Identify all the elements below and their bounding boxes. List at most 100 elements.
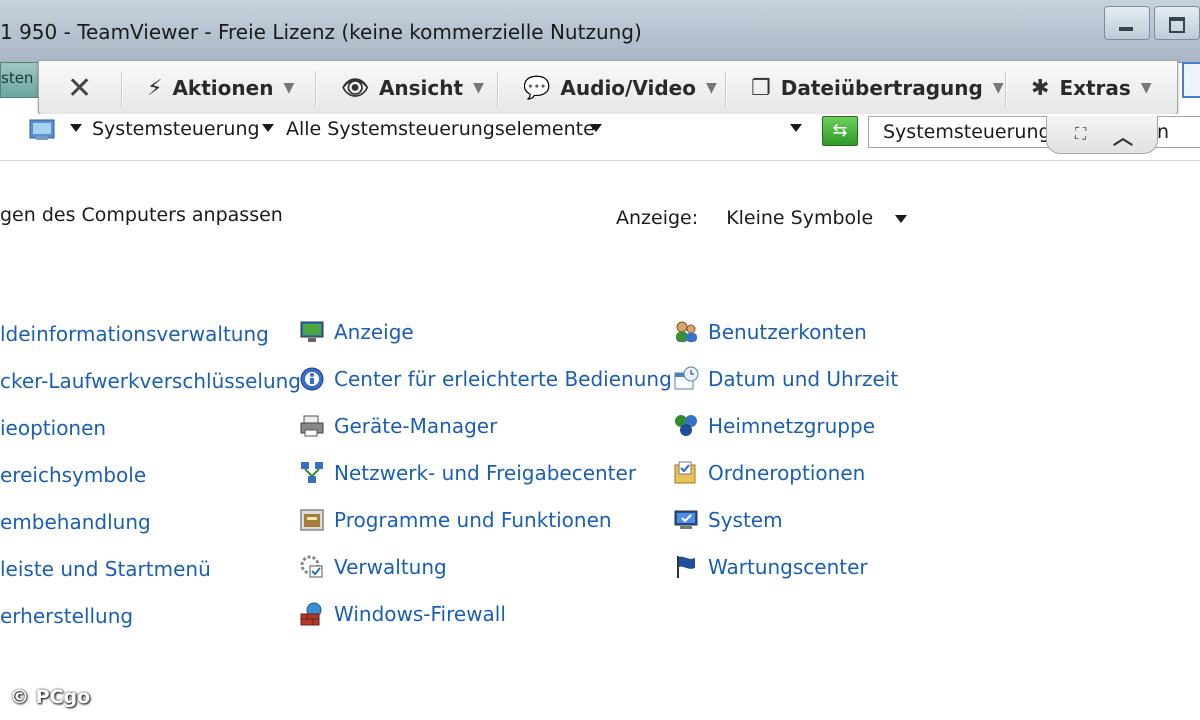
control-panel-icon — [29, 119, 55, 140]
chevron-down-icon: ▼ — [283, 80, 295, 96]
puzzle-icon: ✱ — [1031, 75, 1050, 101]
maximize-button[interactable] — [1154, 6, 1200, 40]
list-item-label: leiste und Startmenü — [0, 557, 211, 581]
list-item-label: Heimnetzgruppe — [708, 414, 875, 438]
chevron-down-icon[interactable] — [262, 124, 274, 132]
chevron-down-icon: ▼ — [1140, 80, 1152, 96]
control-item-geraete-manager[interactable]: Geräte-Manager — [298, 412, 497, 440]
search-trailing-text: n — [1157, 121, 1170, 143]
list-item-label: ereichsymbole — [0, 463, 147, 487]
chat-bubbles-icon: 💬 — [523, 75, 551, 101]
list-item-label: System — [708, 508, 783, 532]
refresh-button[interactable]: ⇆ — [822, 116, 858, 146]
chevron-down-icon[interactable] — [590, 124, 602, 132]
homegroup-icon — [672, 412, 700, 440]
users-icon — [672, 318, 700, 346]
teamviewer-toolbar: ✕ ⚡ Aktionen ▼ 👁 Ansicht ▼ 💬 Audio/Video… — [38, 60, 1178, 116]
monitor-icon — [298, 318, 326, 346]
list-item[interactable]: embehandlung — [0, 510, 151, 534]
window-titlebar: 1 950 - TeamViewer - Freie Lizenz (keine… — [0, 0, 1200, 63]
list-item-label: cker-Laufwerkverschlüsselung — [0, 369, 301, 393]
list-item-label: ldeinformationsverwaltung — [0, 322, 269, 346]
left-taskbar-tab[interactable]: sten — [0, 62, 40, 98]
control-item-system[interactable]: System — [672, 506, 783, 534]
list-item-label: Windows-Firewall — [334, 602, 506, 626]
watermark: © PCgo — [10, 686, 91, 708]
extras-menu[interactable]: ✱ Extras ▼ — [1031, 61, 1152, 115]
view-value[interactable]: Kleine Symbole — [726, 207, 873, 229]
audio-video-label: Audio/Video — [560, 76, 696, 100]
list-item-label: Wartungscenter — [708, 555, 868, 579]
control-item-erleichterte-bedienung[interactable]: Center für erleichterte Bedienung — [298, 365, 672, 393]
list-item-label: Benutzerkonten — [708, 320, 867, 344]
audio-video-menu[interactable]: 💬 Audio/Video ▼ — [523, 61, 717, 115]
eye-icon: 👁 — [341, 75, 369, 101]
search-value: Systemsteuerung — [883, 121, 1051, 143]
page-heading: gen des Computers anpassen — [0, 204, 283, 226]
admin-tools-icon — [298, 553, 326, 581]
ansicht-label: Ansicht — [378, 76, 464, 100]
list-item-label: embehandlung — [0, 510, 151, 534]
aktionen-menu[interactable]: ⚡ Aktionen ▼ — [147, 61, 294, 115]
list-item-label: Verwaltung — [334, 555, 447, 579]
lightning-icon: ⚡ — [147, 75, 163, 101]
chevron-down-icon: ▼ — [473, 80, 484, 96]
chevron-down-icon[interactable] — [895, 214, 908, 223]
list-item[interactable]: cker-Laufwerkverschlüsselung — [0, 369, 301, 393]
list-item-label: Anzeige — [334, 320, 414, 344]
list-item[interactable]: ldeinformationsverwaltung — [0, 322, 269, 346]
accessibility-icon — [298, 365, 326, 393]
collapse-up-icon[interactable]: ︿ — [1113, 121, 1133, 150]
list-item[interactable]: ereichsymbole — [0, 463, 146, 487]
close-session-icon[interactable]: ✕ — [67, 71, 92, 106]
list-item-label: Ordneroptionen — [708, 461, 866, 485]
control-item-anzeige[interactable]: Anzeige — [298, 318, 414, 346]
window-controls — [1100, 6, 1200, 46]
right-edge-button[interactable] — [1182, 62, 1200, 98]
breadcrumb-systemsteuerung[interactable]: Systemsteuerung — [92, 118, 260, 140]
window-title: 1 950 - TeamViewer - Freie Lizenz (keine… — [0, 20, 642, 44]
list-item-label: Center für erleichterte Bedienung — [334, 367, 672, 391]
refresh-icon: ⇆ — [832, 120, 848, 141]
control-item-ordneroptionen[interactable]: Ordneroptionen — [672, 459, 865, 487]
list-item-label: Datum und Uhrzeit — [708, 367, 899, 391]
control-item-heimnetzgruppe[interactable]: Heimnetzgruppe — [672, 412, 875, 440]
view-selector[interactable]: Anzeige: Kleine Symbole — [616, 207, 908, 229]
ansicht-menu[interactable]: 👁 Ansicht ▼ — [341, 61, 484, 115]
printer-icon — [298, 412, 326, 440]
control-item-wartungscenter[interactable]: Wartungscenter — [672, 553, 868, 581]
address-history-dropdown[interactable] — [790, 124, 802, 132]
toolbar-divider — [315, 71, 317, 107]
control-item-benutzerkonten[interactable]: Benutzerkonten — [672, 318, 867, 346]
control-item-datum-uhrzeit[interactable]: Datum und Uhrzeit — [672, 365, 898, 393]
list-item-label: Programme und Funktionen — [334, 508, 612, 532]
dateiuebertragung-menu[interactable]: ❐ Dateiübertragung ▼ — [751, 61, 1004, 115]
network-icon — [298, 459, 326, 487]
documents-icon: ❐ — [751, 75, 771, 101]
control-item-firewall[interactable]: Windows-Firewall — [298, 600, 506, 628]
toolbar-divider — [1005, 71, 1007, 107]
list-item-label: Geräte-Manager — [334, 414, 498, 438]
extras-label: Extras — [1059, 76, 1131, 100]
system-icon — [672, 506, 700, 534]
list-item[interactable]: leiste und Startmenü — [0, 557, 211, 581]
fullscreen-icon[interactable]: ⛶ — [1075, 124, 1086, 144]
control-item-verwaltung[interactable]: Verwaltung — [298, 553, 447, 581]
minimize-button[interactable] — [1104, 6, 1150, 40]
teamviewer-collapse-tab: ⛶ ︿ — [1046, 116, 1158, 154]
toolbar-divider — [497, 71, 499, 107]
control-item-programme[interactable]: Programme und Funktionen — [298, 506, 612, 534]
chevron-down-icon: ▼ — [705, 80, 717, 96]
aktionen-label: Aktionen — [172, 76, 274, 100]
clock-calendar-icon — [672, 365, 700, 393]
breadcrumb-alle-elemente[interactable]: Alle Systemsteuerungselemente — [286, 118, 595, 140]
folder-options-icon — [672, 459, 700, 487]
control-item-netzwerk[interactable]: Netzwerk- und Freigabecenter — [298, 459, 636, 487]
list-item[interactable]: ieoptionen — [0, 416, 106, 440]
list-item-label: Netzwerk- und Freigabecenter — [334, 461, 637, 485]
dateiuebertragung-label: Dateiübertragung — [780, 76, 983, 100]
chevron-down-icon[interactable] — [70, 124, 82, 132]
list-item[interactable]: erherstellung — [0, 604, 133, 628]
list-item-label: erherstellung — [0, 604, 134, 628]
list-item-label: ieoptionen — [0, 416, 107, 440]
